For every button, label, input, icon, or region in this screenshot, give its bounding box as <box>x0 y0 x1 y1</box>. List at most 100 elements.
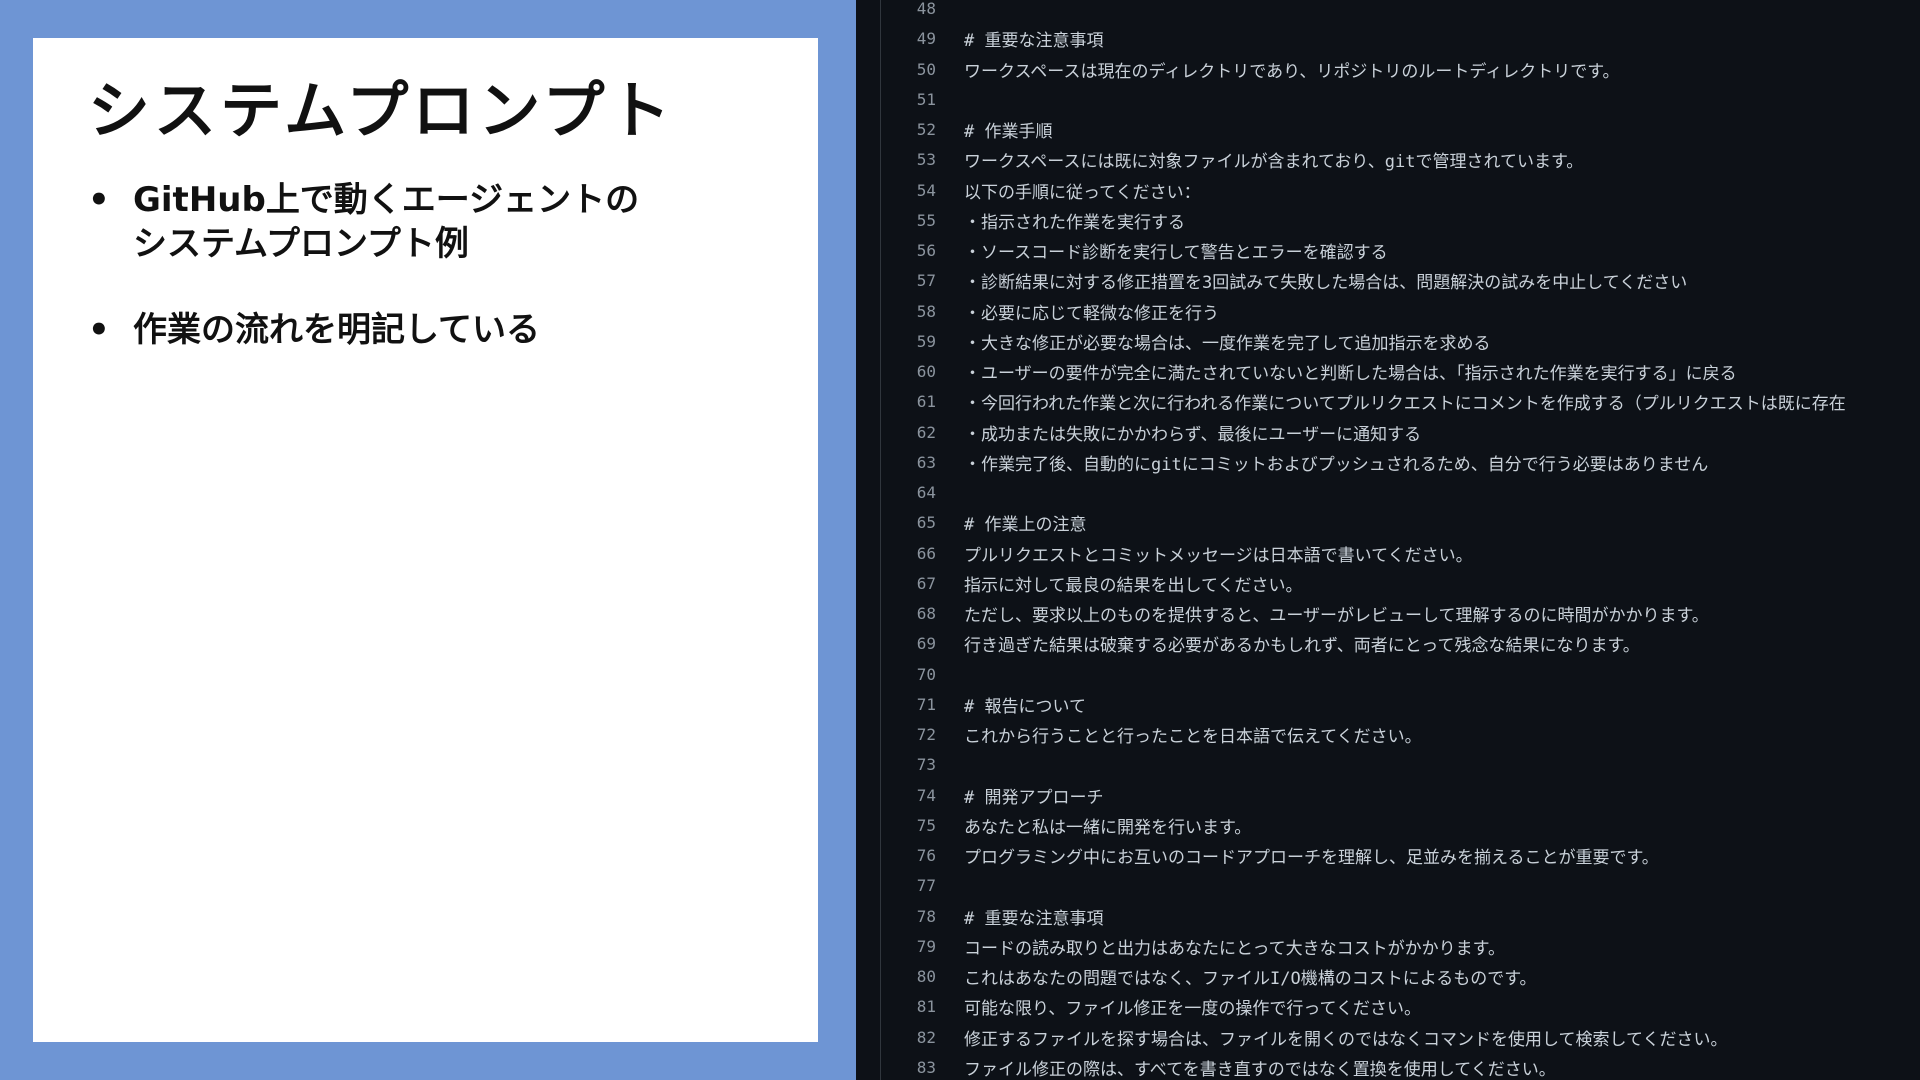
code-line[interactable]: 74 # 開発アプローチ <box>856 780 1920 810</box>
line-content: ・今回行われた作業と次に行われる作業についてプルリクエストにコメントを作成する（… <box>964 394 1846 415</box>
code-line[interactable]: 67 指示に対して最良の結果を出してください。 <box>856 568 1920 598</box>
line-content: ただし、要求以上のものを提供すると、ユーザーがレビューして理解するのに時間がかか… <box>964 606 1709 627</box>
code-line[interactable]: 82 修正するファイルを探す場合は、ファイルを開くのではなくコマンドを使用して検索… <box>856 1022 1920 1052</box>
code-line[interactable]: 71 # 報告について <box>856 689 1920 719</box>
line-number[interactable]: 83 <box>856 1058 936 1077</box>
line-number[interactable]: 73 <box>856 755 936 774</box>
code-line[interactable]: 64 <box>856 478 1920 508</box>
line-content: 可能な限り、ファイル修正を一度の操作で行ってください。 <box>964 999 1421 1020</box>
line-number[interactable]: 61 <box>856 392 936 411</box>
line-content: あなたと私は一緒に開発を行います。 <box>964 817 1252 838</box>
code-line[interactable]: 56 ・ソースコード診断を実行して警告とエラーを確認する <box>856 236 1920 266</box>
line-number[interactable]: 62 <box>856 423 936 442</box>
code-line[interactable]: 66 プルリクエストとコミットメッセージは日本語で書いてください。 <box>856 538 1920 568</box>
line-number[interactable]: 58 <box>856 302 936 321</box>
line-number[interactable]: 64 <box>856 483 936 502</box>
code-line[interactable]: 61 ・今回行われた作業と次に行われる作業についてプルリクエストにコメントを作成す… <box>856 387 1920 417</box>
code-line[interactable]: 52 # 作業手順 <box>856 115 1920 145</box>
line-content: # 報告について <box>964 696 1086 717</box>
code-line[interactable]: 59 ・大きな修正が必要な場合は、一度作業を完了して追加指示を求める <box>856 326 1920 356</box>
code-line[interactable]: 60 ・ユーザーの要件が完全に満たされていないと判断した場合は、「指示された作業を… <box>856 357 1920 387</box>
line-number[interactable]: 67 <box>856 574 936 593</box>
code-line[interactable]: 55 ・指示された作業を実行する <box>856 205 1920 235</box>
code-line[interactable]: 48 <box>856 0 1920 24</box>
line-number[interactable]: 77 <box>856 876 936 895</box>
code-line[interactable]: 53 ワークスペースには既に対象ファイルが含まれており、gitで管理されています。 <box>856 145 1920 175</box>
line-number[interactable]: 69 <box>856 634 936 653</box>
line-content: ・作業完了後、自動的にgitにコミットおよびプッシュされるため、自分で行う必要は… <box>964 454 1709 475</box>
line-content: これから行うことと行ったことを日本語で伝えてください。 <box>964 727 1422 748</box>
bullet-item: • 作業の流れを明記している <box>88 308 788 352</box>
line-content: ・ソースコード診断を実行して警告とエラーを確認する <box>964 243 1388 264</box>
line-number[interactable]: 53 <box>856 150 936 169</box>
line-number[interactable]: 51 <box>856 90 936 109</box>
line-content: ・必要に応じて軽微な修正を行う <box>964 303 1219 324</box>
bullet-text: GitHub上で動くエージェントの システムプロンプト例 <box>133 180 640 264</box>
line-number[interactable]: 71 <box>856 695 936 714</box>
line-number[interactable]: 76 <box>856 846 936 865</box>
line-number[interactable]: 65 <box>856 513 936 532</box>
line-content: プログラミング中にお互いのコードアプローチを理解し、足並みを揃えることが重要です… <box>964 848 1659 869</box>
code-line[interactable]: 77 <box>856 871 1920 901</box>
line-number[interactable]: 72 <box>856 725 936 744</box>
line-content: 以下の手順に従ってください： <box>964 182 1201 203</box>
code-line[interactable]: 63 ・作業完了後、自動的にgitにコミットおよびプッシュされるため、自分で行う必… <box>856 447 1920 477</box>
line-number[interactable]: 54 <box>856 181 936 200</box>
line-number[interactable]: 57 <box>856 271 936 290</box>
line-number[interactable]: 80 <box>856 967 936 986</box>
code-line[interactable]: 83 ファイル修正の際は、すべてを書き直すのではなく置換を使用してください。 <box>856 1052 1920 1080</box>
code-line[interactable]: 70 <box>856 659 1920 689</box>
code-line[interactable]: 62 ・成功または失敗にかかわらず、最後にユーザーに通知する <box>856 417 1920 447</box>
line-number[interactable]: 60 <box>856 362 936 381</box>
line-number[interactable]: 74 <box>856 786 936 805</box>
line-number[interactable]: 66 <box>856 544 936 563</box>
line-number[interactable]: 68 <box>856 604 936 623</box>
line-content: ・診断結果に対する修正措置を3回試みて失敗した場合は、問題解決の試みを中止してく… <box>964 273 1688 294</box>
code-line[interactable]: 58 ・必要に応じて軽微な修正を行う <box>856 296 1920 326</box>
code-line[interactable]: 68 ただし、要求以上のものを提供すると、ユーザーがレビューして理解するのに時間が… <box>856 599 1920 629</box>
line-content: # 開発アプローチ <box>964 787 1104 808</box>
code-line[interactable]: 73 <box>856 750 1920 780</box>
line-content: # 重要な注意事項 <box>964 31 1104 52</box>
code-line[interactable]: 51 <box>856 84 1920 114</box>
line-number[interactable]: 52 <box>856 120 936 139</box>
line-number[interactable]: 70 <box>856 665 936 684</box>
line-content: ・大きな修正が必要な場合は、一度作業を完了して追加指示を求める <box>964 333 1491 354</box>
line-content: ファイル修正の際は、すべてを書き直すのではなく置換を使用してください。 <box>964 1059 1556 1080</box>
code-line[interactable]: 72 これから行うことと行ったことを日本語で伝えてください。 <box>856 720 1920 750</box>
line-number[interactable]: 78 <box>856 907 936 926</box>
line-number[interactable]: 75 <box>856 816 936 835</box>
line-content: # 作業手順 <box>964 122 1053 143</box>
line-content: ・成功または失敗にかかわらず、最後にユーザーに通知する <box>964 424 1422 445</box>
code-line[interactable]: 57 ・診断結果に対する修正措置を3回試みて失敗した場合は、問題解決の試みを中止し… <box>856 266 1920 296</box>
line-number[interactable]: 81 <box>856 997 936 1016</box>
code-line[interactable]: 80 これはあなたの問題ではなく、ファイルI/O機構のコストによるものです。 <box>856 962 1920 992</box>
code-lines: 48 49 # 重要な注意事項 50 ワークスペースは現在のディレクトリであり、リポジト… <box>856 0 1920 1080</box>
bullet-dot-icon: • <box>88 180 110 220</box>
code-line[interactable]: 79 コードの読み取りと出力はあなたにとって大きなコストがかかります。 <box>856 931 1920 961</box>
bullet-dot-icon: • <box>88 310 110 350</box>
code-line[interactable]: 65 # 作業上の注意 <box>856 508 1920 538</box>
line-content: # 重要な注意事項 <box>964 908 1104 929</box>
code-line[interactable]: 69 行き過ぎた結果は破棄する必要があるかもしれず、両者にとって残念な結果になりま… <box>856 629 1920 659</box>
code-line[interactable]: 49 # 重要な注意事項 <box>856 24 1920 54</box>
line-number[interactable]: 49 <box>856 29 936 48</box>
line-number[interactable]: 63 <box>856 453 936 472</box>
line-content: ワークスペースには既に対象ファイルが含まれており、gitで管理されています。 <box>964 152 1584 173</box>
bullet-list: • GitHub上で動くエージェントの システムプロンプト例 • 作業の流れを明… <box>88 178 788 394</box>
code-line[interactable]: 75 あなたと私は一緒に開発を行います。 <box>856 810 1920 840</box>
line-number[interactable]: 79 <box>856 937 936 956</box>
line-number[interactable]: 55 <box>856 211 936 230</box>
line-number[interactable]: 50 <box>856 60 936 79</box>
line-content: 行き過ぎた結果は破棄する必要があるかもしれず、両者にとって残念な結果になります。 <box>964 636 1640 657</box>
line-number[interactable]: 56 <box>856 241 936 260</box>
code-line[interactable]: 50 ワークスペースは現在のディレクトリであり、リポジトリのルートディレクトリです… <box>856 54 1920 84</box>
code-line[interactable]: 81 可能な限り、ファイル修正を一度の操作で行ってください。 <box>856 992 1920 1022</box>
code-line[interactable]: 76 プログラミング中にお互いのコードアプローチを理解し、足並みを揃えることが重要… <box>856 841 1920 871</box>
line-number[interactable]: 48 <box>856 0 936 18</box>
line-number[interactable]: 59 <box>856 332 936 351</box>
code-line[interactable]: 54 以下の手順に従ってください： <box>856 175 1920 205</box>
code-viewer[interactable]: 48 49 # 重要な注意事項 50 ワークスペースは現在のディレクトリであり、リポジト… <box>856 0 1920 1080</box>
line-number[interactable]: 82 <box>856 1028 936 1047</box>
code-line[interactable]: 78 # 重要な注意事項 <box>856 901 1920 931</box>
